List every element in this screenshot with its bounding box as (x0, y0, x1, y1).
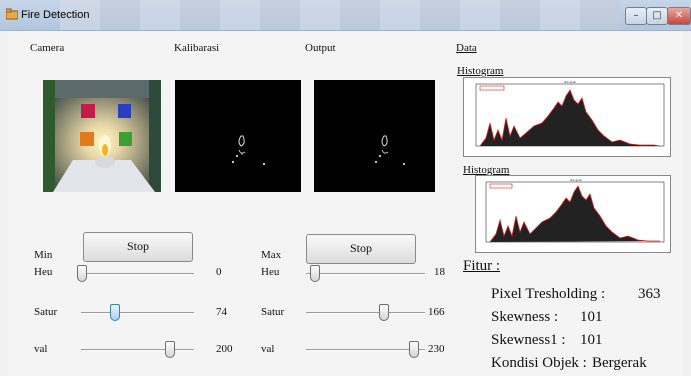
min-satur-slider[interactable] (109, 304, 120, 321)
window-title: Fire Detection (21, 9, 90, 21)
pixel-tresholding-value: 363 (638, 286, 661, 302)
histogram2-plot: histogram (475, 175, 671, 253)
max-heu-slider[interactable] (310, 265, 321, 282)
min-satur-track[interactable] (81, 312, 194, 314)
skewness-value: 101 (580, 309, 603, 325)
max-heu-label: Heu (261, 266, 280, 278)
histogram2-svg: histogram (485, 178, 665, 243)
calibration-image (175, 80, 301, 192)
min-heu-label: Heu (34, 266, 53, 278)
max-val-value: 230 (428, 343, 445, 355)
max-satur-track[interactable] (306, 312, 425, 314)
svg-text:histogram: histogram (564, 80, 577, 84)
max-val-label: val (261, 343, 275, 355)
max-satur-value: 166 (428, 306, 445, 318)
output-label: Output (305, 42, 336, 54)
app-icon (6, 8, 18, 20)
fitur-label: Fitur : (463, 258, 501, 274)
kondisi-objek-label: Kondisi Objek : (491, 355, 587, 371)
pixel-tresholding-label: Pixel Tresholding : (491, 286, 606, 302)
min-val-value: 200 (216, 343, 233, 355)
background-ribbon (60, 0, 620, 30)
svg-text:histogram: histogram (570, 178, 583, 182)
max-satur-label: Satur (261, 306, 285, 318)
skewness-label: Skewness : (491, 309, 559, 325)
stop-button-max[interactable]: Stop (306, 234, 416, 264)
min-val-slider[interactable] (165, 341, 176, 358)
minimize-button[interactable]: – (625, 7, 647, 25)
max-heu-value: 18 (434, 266, 445, 278)
skewness1-value: 101 (580, 332, 603, 348)
min-val-track[interactable] (81, 349, 194, 351)
max-label: Max (261, 249, 282, 261)
max-satur-slider[interactable] (379, 304, 390, 321)
kalibrasi-label: Kalibarasi (174, 42, 220, 54)
camera-label: Camera (30, 42, 65, 54)
min-heu-value: 0 (216, 266, 222, 278)
min-satur-value: 74 (216, 306, 227, 318)
min-heu-track[interactable] (81, 273, 194, 275)
min-label: Min (34, 249, 53, 261)
histogram1-plot: histogram (463, 77, 671, 157)
close-button[interactable]: ✕ (667, 7, 691, 25)
output-image (314, 80, 435, 192)
stop-button-min[interactable]: Stop (83, 232, 193, 262)
histogram1-svg: histogram (475, 80, 665, 147)
min-val-label: val (34, 343, 48, 355)
max-heu-track[interactable] (306, 273, 425, 275)
histogram1-label: Histogram (457, 65, 504, 77)
camera-image (43, 80, 161, 192)
min-satur-label: Satur (34, 306, 58, 318)
max-val-track[interactable] (306, 349, 425, 351)
min-heu-slider[interactable] (77, 265, 87, 282)
max-val-slider[interactable] (409, 341, 420, 358)
title-bar: Fire Detection – □ ✕ (0, 0, 691, 31)
maximize-button[interactable]: □ (646, 7, 668, 25)
kondisi-objek-value: Bergerak (592, 355, 647, 371)
skewness1-label: Skewness1 : (491, 332, 566, 348)
data-label: Data (456, 42, 477, 54)
